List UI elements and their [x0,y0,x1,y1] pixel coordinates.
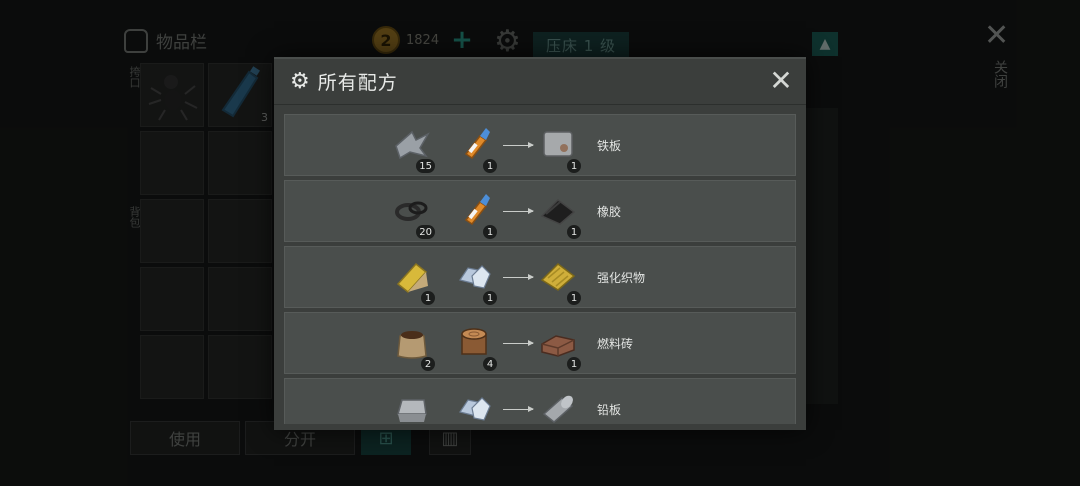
inventory-slot[interactable] [140,199,204,263]
gears-icon: ⚙ [290,69,310,94]
inventory-slot[interactable] [140,131,204,195]
inventory-slot[interactable] [140,335,204,399]
recipe-output [537,385,579,424]
recipe-output: 1 [537,121,581,173]
recipe-name: 燃料砖 [597,337,634,351]
fabric-roll-icon [396,262,428,294]
inventory-slot[interactable] [208,131,272,195]
recipe-name: 铅板 [597,403,622,417]
log-stump-icon [461,328,487,355]
recipe-input [391,385,433,424]
recipe-input: 1 [453,121,497,173]
station-level-label[interactable]: 压床 1 级 [533,32,629,58]
quantity-badge: 2 [421,357,435,371]
close-icon[interactable]: ✕ [984,18,1009,53]
modal-title: 所有配方 [317,72,398,94]
quantity-badge: 20 [416,225,435,239]
recipe-output: 1 [537,253,581,305]
rubber-sheet-icon [540,199,576,225]
recipe-output: 1 [537,187,581,239]
lead-sheet-icon [542,395,574,423]
side-panel [806,108,838,404]
iron-plate-icon [543,131,573,157]
arrow-icon [503,406,534,412]
inventory-slot[interactable] [208,267,272,331]
crystals-icon [459,265,491,289]
recipe-name: 橡胶 [597,205,622,219]
inventory-slot[interactable] [140,267,204,331]
recipe-input [453,385,495,424]
reinforced-fabric-icon [540,263,576,291]
soil-sack-icon [397,331,427,359]
recipe-row[interactable]: 20 1 1 橡胶 [284,180,796,242]
ant-icon [148,75,198,121]
quantity-badge: 1 [567,225,581,239]
inventory-slot[interactable]: 3 [208,63,272,127]
crystals-icon [459,397,491,421]
quantity-badge: 1 [567,159,581,173]
sort-icon: ⊞ [378,427,394,449]
close-label: 关闭 [992,60,1008,88]
recipe-row[interactable]: 2 4 1 燃料砖 [284,312,796,374]
arrow-icon [503,142,534,148]
arrow-icon [503,340,534,346]
recipe-input: 1 [453,187,497,239]
arrow-icon [503,208,534,214]
quantity-badge: 15 [416,159,435,173]
recipe-input: 4 [453,319,497,371]
scrap-metal-icon [395,130,430,160]
quantity-badge: 1 [483,225,497,239]
quantity-badge: 1 [483,291,497,305]
inventory-slot[interactable] [208,335,272,399]
arrow-icon [503,274,534,280]
glue-icon [464,194,490,226]
trash-icon: ▥ [441,427,459,449]
coin-icon: 2 [372,26,400,54]
recipe-row[interactable]: 15 1 1 铁板 [284,114,796,176]
quantity-badge: 1 [567,291,581,305]
glue-icon [464,128,490,160]
recipe-input: 20 [391,187,435,239]
recipe-name: 强化织物 [597,271,646,285]
inventory-title: 物品栏 [156,33,207,53]
close-icon[interactable]: ✕ [766,64,796,97]
modal-header: ⚙ 所有配方 [274,59,806,105]
lead-ingot-icon [397,399,427,422]
rubber-rings-icon [395,201,428,221]
inventory-slot[interactable] [140,63,204,127]
quantity-badge: 1 [421,291,435,305]
backpack-icon [124,28,148,53]
recipe-row[interactable]: 铅板 [284,378,796,424]
gears-icon: ⚙ [494,24,521,59]
inventory-slot[interactable] [208,199,272,263]
recipe-name: 铁板 [597,139,622,153]
coin-amount: 1824 [406,32,440,48]
quantity-badge: 1 [567,357,581,371]
recipe-input: 1 [391,253,435,305]
recipe-input: 15 [391,121,435,173]
quantity-badge: 1 [483,159,497,173]
use-button[interactable]: 使用 [130,421,240,455]
fuel-brick-icon [541,335,575,357]
recipe-input: 2 [391,319,435,371]
slot-quantity: 3 [261,111,268,124]
inventory-header: 物品栏 [124,28,207,53]
recipe-list[interactable]: 15 1 1 铁板 20 1 1 橡胶 1 1 1 强化织物 2 4 1 燃料砖… [284,114,796,424]
upgrade-button[interactable]: ▲ [812,32,838,56]
recipes-modal: ⚙ 所有配方 ✕ 15 1 1 铁板 20 1 1 橡胶 1 1 1 强化织物 … [274,57,806,430]
add-coins-button[interactable]: + [451,27,473,53]
recipe-row[interactable]: 1 1 1 强化织物 [284,246,796,308]
coin-balance: 2 1824 + [372,26,473,54]
recipe-output: 1 [537,319,581,371]
recipe-input: 1 [453,253,497,305]
inventory-grid: 3 [140,63,272,399]
quantity-badge: 4 [483,357,497,371]
